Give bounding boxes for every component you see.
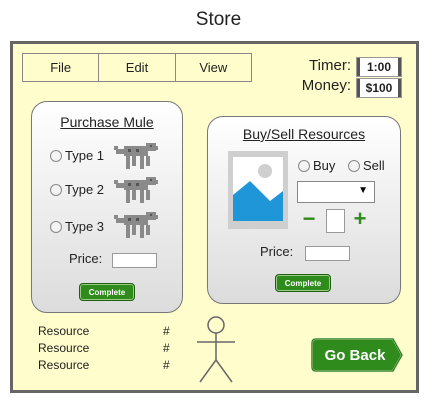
menu-edit[interactable]: Edit bbox=[99, 54, 176, 81]
mule-icon bbox=[114, 212, 158, 238]
mule-type-2-label: Type 2 bbox=[65, 182, 105, 197]
player-avatar-icon bbox=[197, 316, 235, 383]
mule-icon bbox=[114, 177, 158, 203]
sell-label: Sell bbox=[363, 158, 385, 173]
timer-value: 1:00 bbox=[356, 57, 402, 77]
resource-select[interactable]: ▼ bbox=[297, 181, 375, 203]
resource-value: # bbox=[163, 341, 170, 355]
timer-label: Timer: bbox=[309, 57, 351, 74]
resource-label: Resource bbox=[38, 324, 90, 338]
go-back-button[interactable]: Go Back bbox=[311, 338, 403, 372]
buy-option[interactable]: Buy bbox=[298, 158, 335, 173]
resource-value: # bbox=[163, 358, 170, 372]
purchase-complete-button[interactable]: Complete bbox=[79, 283, 135, 301]
mule-type-1-option[interactable]: Type 1 bbox=[50, 148, 104, 163]
sell-option[interactable]: Sell bbox=[348, 158, 385, 173]
trade-price-field[interactable] bbox=[305, 246, 350, 261]
quantity-field[interactable] bbox=[326, 209, 345, 233]
purchase-price-label: Price: bbox=[69, 251, 103, 266]
resource-label: Resource bbox=[38, 341, 90, 355]
increase-quantity-button[interactable]: + bbox=[351, 208, 369, 230]
go-back-label: Go Back bbox=[324, 346, 386, 364]
money-label: Money: bbox=[301, 77, 351, 94]
buy-sell-title: Buy/Sell Resources bbox=[242, 126, 366, 142]
menu-view[interactable]: View bbox=[176, 54, 251, 81]
buy-sell-panel: Buy/Sell Resources Buy Sell ▼ − + Price:… bbox=[207, 116, 401, 304]
mule-type-1-label: Type 1 bbox=[65, 148, 105, 163]
trade-complete-button[interactable]: Complete bbox=[275, 274, 331, 292]
resource-label: Resource bbox=[38, 358, 90, 372]
mule-type-3-option[interactable]: Type 3 bbox=[50, 219, 104, 234]
mule-type-3-label: Type 3 bbox=[65, 219, 105, 234]
mule-type-3-radio[interactable] bbox=[50, 220, 62, 233]
mule-icon bbox=[114, 143, 158, 169]
mule-type-2-option[interactable]: Type 2 bbox=[50, 182, 104, 197]
chevron-down-icon: ▼ bbox=[358, 185, 368, 196]
money-value: $100 bbox=[356, 78, 402, 98]
trade-price-label: Price: bbox=[260, 244, 294, 259]
sell-radio[interactable] bbox=[348, 159, 360, 172]
purchase-price-field[interactable] bbox=[112, 253, 157, 268]
buy-label: Buy bbox=[313, 158, 336, 173]
buy-radio[interactable] bbox=[298, 159, 310, 172]
resource-value: # bbox=[163, 324, 170, 338]
mule-type-1-radio[interactable] bbox=[50, 149, 62, 162]
menu-bar: File Edit View bbox=[22, 53, 252, 82]
store-window: File Edit View Timer: 1:00 Money: $100 P… bbox=[10, 41, 419, 393]
page-title: Store bbox=[195, 9, 242, 30]
image-placeholder-icon bbox=[228, 151, 288, 229]
purchase-mule-title: Purchase Mule bbox=[60, 114, 154, 130]
mule-type-2-radio[interactable] bbox=[50, 183, 62, 196]
decrease-quantity-button[interactable]: − bbox=[302, 208, 316, 230]
purchase-mule-panel: Purchase Mule Type 1 Type 2 Type 3 Price… bbox=[31, 101, 183, 313]
menu-file[interactable]: File bbox=[23, 54, 100, 81]
